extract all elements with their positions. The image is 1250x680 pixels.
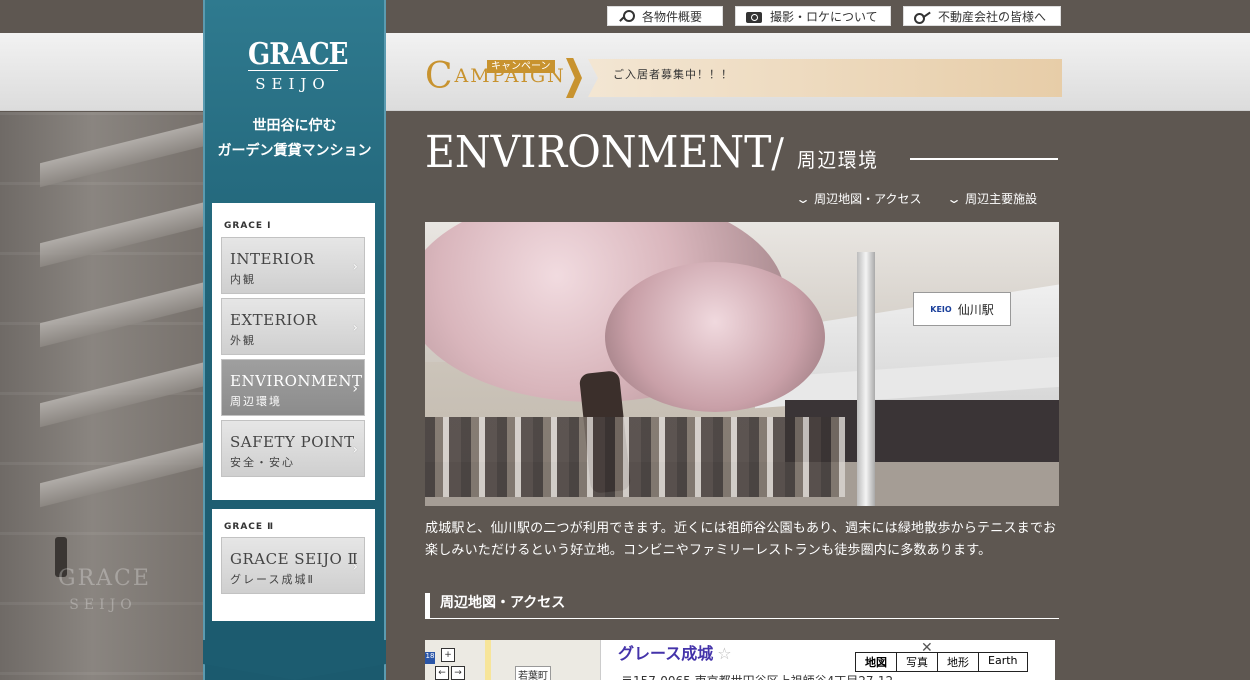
menu-item-label-ja: 外観: [230, 334, 256, 347]
photo-cherry-blossom: [605, 262, 825, 412]
camera-icon: [746, 11, 762, 23]
photo-station-sign: KEIO 仙川駅: [913, 292, 1011, 326]
topnav-label: 不動産会社の皆様へ: [938, 9, 1047, 24]
chevron-down-icon: ⌄: [794, 192, 812, 206]
zoom-in-button[interactable]: +: [441, 648, 455, 662]
menu-group-heading: GRACE Ⅰ: [224, 221, 272, 231]
building-balcony: [40, 200, 205, 268]
photo-pole: [857, 252, 875, 506]
google-map[interactable]: 18 + ← → 若葉町 グレース成城☆ 〒157-0065 東京都世田谷区上祖…: [425, 640, 1055, 680]
property-overview-button[interactable]: 各物件概要: [607, 6, 723, 26]
menu-item-exterior[interactable]: EXTERIOR 外観 ›: [221, 298, 365, 355]
topnav-label: 各物件概要: [642, 9, 703, 24]
pan-left-button[interactable]: ←: [435, 666, 449, 680]
photo-sign-brand: KEIO: [930, 304, 952, 314]
sublink-label: 周辺地図・アクセス: [814, 192, 922, 206]
photo-crowd: [425, 417, 845, 497]
menu-item-label-en: ENVIRONMENT: [230, 372, 363, 390]
campaign-message: ご入居者募集中！！！: [613, 68, 733, 81]
tagline-line1: 世田谷に佇む: [252, 118, 337, 134]
map-type-terrain-button[interactable]: 地形: [937, 653, 978, 671]
tagline: 世田谷に佇む ガーデン賃貸マンション: [208, 114, 381, 164]
section-heading-map-access: 周辺地図・アクセス: [425, 593, 1059, 619]
menu-item-label-ja: 内観: [230, 273, 256, 286]
site-logo[interactable]: GRACE SEIJO: [248, 37, 349, 95]
background-logo-line2: SEIJO: [69, 597, 137, 613]
map-place-name[interactable]: グレース成城 ☆: [618, 640, 732, 664]
menu-item-label-ja: グレース成城Ⅱ: [230, 573, 315, 586]
title-rule: [910, 158, 1058, 160]
chevron-right-icon: ›: [352, 259, 358, 275]
tagline-line2: ガーデン賃貸マンション: [217, 143, 372, 159]
star-icon[interactable]: ☆: [717, 644, 731, 663]
menu-item-label-ja: 安全・安心: [230, 456, 295, 469]
section-heading-label: 周辺地図・アクセス: [440, 595, 566, 611]
chevron-right-icon: ›: [352, 442, 358, 458]
map-road: [485, 640, 491, 680]
map-address: 〒157-0065 東京都世田谷区上祖師谷4丁目27-12: [621, 672, 893, 680]
menu-group-heading: GRACE Ⅱ: [224, 522, 275, 532]
background-logo: GRACE SEIJO: [58, 566, 151, 617]
filming-location-button[interactable]: 撮影・ロケについて: [735, 6, 891, 26]
environment-photo: KEIO 仙川駅: [425, 222, 1059, 506]
page-title: ENVIRONMENT/ 周辺環境: [425, 128, 879, 185]
background-logo-line1: GRACE: [58, 566, 151, 591]
page-title-slash: /: [771, 131, 784, 177]
menu-item-label-en: GRACE SEIJO Ⅱ: [230, 550, 359, 568]
route-badge: 18: [425, 652, 435, 664]
menu-item-safety-point[interactable]: SAFETY POINT 安全・安心 ›: [221, 420, 365, 477]
chevron-right-icon: ›: [352, 381, 358, 397]
campaign-tag: キャンペーン: [487, 60, 555, 73]
menu-item-label-en: INTERIOR: [230, 250, 315, 268]
chevron-down-icon: ⌄: [945, 192, 963, 206]
map-type-map-button[interactable]: 地図: [856, 653, 896, 671]
menu-item-label-en: EXTERIOR: [230, 311, 318, 329]
map-type-earth-button[interactable]: Earth: [978, 653, 1027, 671]
building-balcony: [40, 120, 205, 188]
campaign-banner[interactable]: ご入居者募集中！！！: [588, 59, 1062, 97]
real-estate-agents-button[interactable]: 不動産会社の皆様へ: [903, 6, 1061, 26]
map-tile[interactable]: 18 + ← → 若葉町: [425, 640, 601, 680]
menu-item-label-ja: 周辺環境: [230, 395, 282, 408]
menu-item-environment[interactable]: ENVIRONMENT 周辺環境 ›: [221, 359, 365, 416]
sublink-label: 周辺主要施設: [965, 192, 1038, 206]
map-type-switcher: 地図 写真 地形 Earth: [855, 652, 1028, 672]
topnav-label: 撮影・ロケについて: [770, 9, 878, 24]
page-title-ja: 周辺環境: [796, 148, 879, 172]
environment-description: 成城駅と、仙川駅の二つが利用できます。近くには祖師谷公園もあり、週末には緑地散歩…: [425, 521, 1057, 558]
sublink-major-facilities[interactable]: ⌄ 周辺主要施設: [945, 190, 1038, 207]
logo-line1: GRACE: [248, 37, 349, 73]
pan-right-button[interactable]: →: [451, 666, 465, 680]
map-place-label: 若葉町: [515, 666, 551, 680]
building-balcony: [40, 440, 205, 508]
chevron-right-icon: ›: [352, 320, 358, 336]
search-icon: [618, 9, 635, 23]
logo-line2: SEIJO: [248, 70, 338, 95]
building-balcony: [40, 280, 205, 348]
campaign-logo-initial: C: [425, 56, 455, 97]
menu-item-interior[interactable]: INTERIOR 内観 ›: [221, 237, 365, 294]
menu-item-label-en: SAFETY POINT: [230, 433, 355, 451]
photo-sign-station: 仙川駅: [957, 302, 994, 317]
sublink-map-access[interactable]: ⌄ 周辺地図・アクセス: [794, 190, 922, 207]
menu-item-grace-seijo-2[interactable]: GRACE SEIJO Ⅱ グレース成城Ⅱ ›: [221, 537, 365, 594]
map-place-name-text: グレース成城: [618, 644, 714, 663]
building-balcony: [40, 360, 205, 428]
page-title-en: ENVIRONMENT: [425, 127, 772, 178]
key-icon: [914, 9, 930, 24]
background-building-photo: GRACE SEIJO: [0, 112, 205, 680]
chevron-right-icon: ›: [352, 559, 358, 575]
map-type-photo-button[interactable]: 写真: [896, 653, 937, 671]
